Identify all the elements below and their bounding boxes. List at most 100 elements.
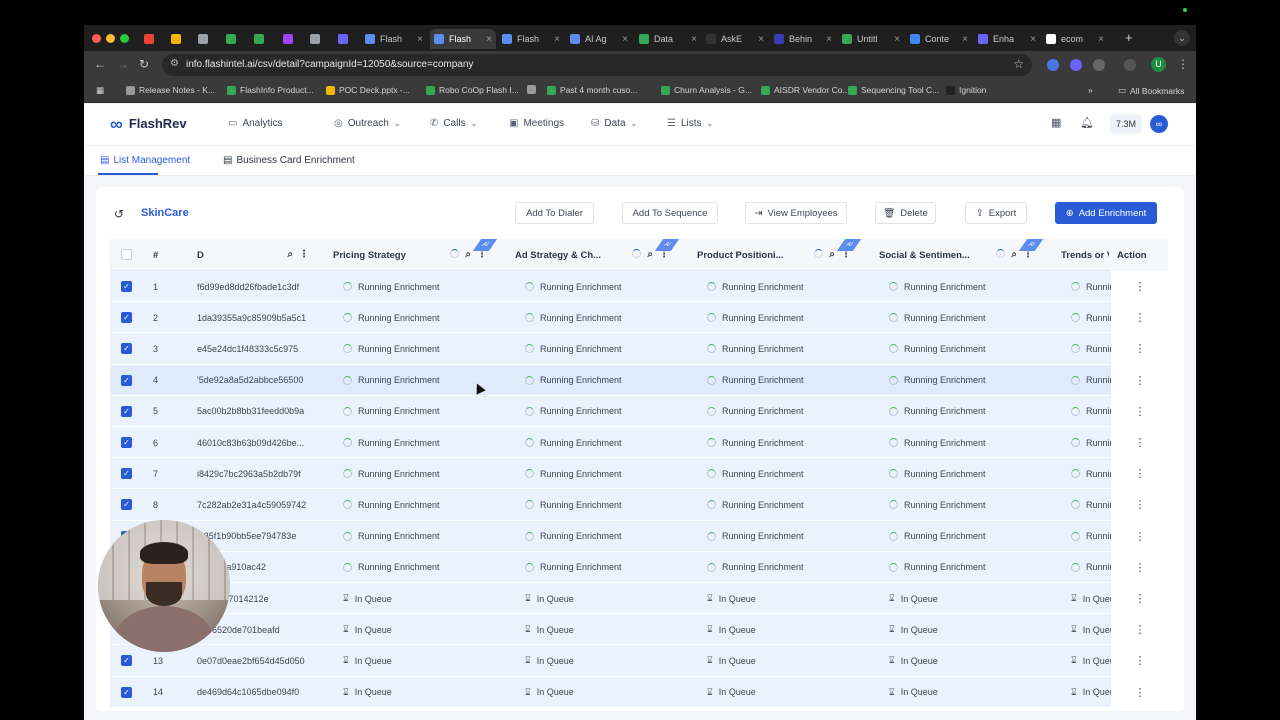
close-tab-icon[interactable]: × <box>554 34 560 45</box>
row-actions-icon[interactable]: ⋮ <box>1111 645 1168 677</box>
table-row[interactable]: ✓2e4118a910ac42Running EnrichmentRunning… <box>111 551 1168 583</box>
forward-icon[interactable]: → <box>117 57 129 71</box>
row-actions-icon[interactable]: ⋮ <box>1111 489 1168 521</box>
row-actions-icon[interactable]: ⋮ <box>1111 427 1168 458</box>
row-checkbox[interactable]: ✓ <box>121 499 132 511</box>
row-checkbox[interactable]: ✓ <box>121 405 132 417</box>
browser-tab[interactable]: Data × <box>635 29 701 49</box>
search-icon[interactable]: ⌕ <box>829 249 835 260</box>
table-row[interactable]: ✓ 2 1da39355a9c85909b5a5c1 Running Enrichme… <box>111 302 1168 334</box>
nav-lists[interactable]: ☰ Lists ⌄ <box>667 118 713 129</box>
nav-analytics[interactable]: ▭ Analytics <box>228 118 282 129</box>
row-actions-icon[interactable]: ⋮ <box>1111 458 1168 490</box>
bookmark-item[interactable] <box>527 85 540 94</box>
browser-tab[interactable] <box>222 29 248 49</box>
row-actions-icon[interactable]: ⋮ <box>1111 583 1168 614</box>
search-icon[interactable]: ⌕ <box>465 249 471 260</box>
close-tab-icon[interactable]: × <box>622 34 628 45</box>
bookmark-item[interactable]: Release Notes - K... <box>126 85 215 95</box>
row-actions-icon[interactable]: ⋮ <box>1111 520 1168 552</box>
table-row[interactable]: ✓0e96520de701beafd⌛︎In Queue⌛︎In Queue⌛︎… <box>111 614 1168 646</box>
nav-data[interactable]: ⛁ Data ⌄ <box>591 118 637 129</box>
bookmark-item[interactable]: Robo CoOp Flash I... <box>426 85 519 95</box>
table-row[interactable]: ✓ 14 de469d64c1065dbe094f0 ⌛︎ In Queue ⌛︎ In Q… <box>111 676 1168 708</box>
browser-tab[interactable] <box>279 29 305 49</box>
table-row[interactable]: ✓ 8 7c282ab2e31a4c59059742 Running Enrichme… <box>111 489 1168 521</box>
table-row[interactable]: ✓ 7 i8429c7bc2963a5b2db79f Running Enrichme… <box>111 458 1168 490</box>
close-tab-icon[interactable]: × <box>691 34 697 45</box>
nav-meetings[interactable]: ▣ Meetings <box>509 118 564 129</box>
close-tab-icon[interactable]: × <box>758 34 764 45</box>
browser-tab[interactable]: AI Ag × <box>566 29 632 49</box>
flashrev-logo[interactable]: ∞ FlashRev <box>110 115 187 133</box>
export-button[interactable]: ⇪ Export <box>965 202 1027 224</box>
row-actions-icon[interactable]: ⋮ <box>1111 676 1168 708</box>
browser-tab[interactable]: Conte × <box>906 29 972 49</box>
row-actions-icon[interactable]: ⋮ <box>1111 333 1168 365</box>
browser-tab[interactable] <box>194 29 220 49</box>
browser-menu-icon[interactable]: ⋮ <box>1177 57 1189 71</box>
back-icon[interactable]: ← <box>94 57 106 71</box>
row-checkbox[interactable]: ✓ <box>121 437 132 448</box>
browser-tab[interactable]: Behin × <box>770 29 836 49</box>
address-bar[interactable]: ⚙ info.flashintel.ai/csv/detail?campaign… <box>162 54 1032 76</box>
bookmark-item[interactable]: Churn Analysis - G... <box>661 85 752 95</box>
browser-tab[interactable]: Flash × <box>430 29 496 49</box>
row-checkbox[interactable]: ✓ <box>121 343 132 355</box>
site-info-icon[interactable]: ⚙ <box>170 58 179 69</box>
row-actions-icon[interactable]: ⋮ <box>1111 271 1168 302</box>
browser-tab[interactable]: ecom × <box>1042 29 1108 49</box>
browser-tab[interactable] <box>334 29 360 49</box>
search-icon[interactable]: ⌕ <box>1011 249 1017 260</box>
browser-tab[interactable] <box>306 29 332 49</box>
minimize-window-icon[interactable] <box>106 34 115 43</box>
browser-tab[interactable]: Enha × <box>974 29 1040 49</box>
browser-tab[interactable]: Flash × <box>361 29 427 49</box>
row-checkbox[interactable]: ✓ <box>121 686 132 698</box>
select-all-checkbox[interactable] <box>121 249 132 260</box>
bookmark-item[interactable]: FlashInfo Product... <box>227 85 314 95</box>
row-actions-icon[interactable]: ⋮ <box>1111 614 1168 646</box>
row-checkbox[interactable]: ✓ <box>121 655 132 667</box>
search-icon[interactable]: ⌕ <box>287 249 293 260</box>
bookmarks-overflow-icon[interactable]: » <box>1088 85 1093 95</box>
bell-icon[interactable]: 🔔︎ <box>1080 116 1094 129</box>
browser-tab[interactable] <box>167 29 193 49</box>
all-bookmarks-folder[interactable]: ▭ All Bookmarks <box>1118 85 1184 96</box>
row-actions-icon[interactable]: ⋮ <box>1111 395 1168 427</box>
view-employees-button[interactable]: ⇥ View Employees <box>745 202 847 224</box>
close-tab-icon[interactable]: × <box>486 34 492 45</box>
maximize-window-icon[interactable] <box>120 34 129 43</box>
row-checkbox[interactable]: ✓ <box>121 281 132 292</box>
add-to-dialer-button[interactable]: Add To Dialer <box>515 202 594 224</box>
close-tab-icon[interactable]: × <box>962 34 968 45</box>
close-tab-icon[interactable]: × <box>826 34 832 45</box>
apps-grid-icon[interactable]: ▦ <box>1051 116 1061 129</box>
reload-icon[interactable]: ↻ <box>139 57 149 71</box>
browser-tab[interactable]: AskE × <box>702 29 768 49</box>
credits-badge[interactable]: 7.3M <box>1110 114 1143 134</box>
search-icon[interactable]: ⌕ <box>647 249 653 260</box>
row-checkbox[interactable]: ✓ <box>121 312 132 324</box>
row-actions-icon[interactable]: ⋮ <box>1111 302 1168 334</box>
close-tab-icon[interactable]: × <box>894 34 900 45</box>
table-row[interactable]: ✓ 1 f6d99ed8dd26fbade1c3df Running Enrichme… <box>111 271 1168 303</box>
close-tab-icon[interactable]: × <box>417 34 423 45</box>
more-icon[interactable]: ⋮ <box>299 249 309 260</box>
table-row[interactable]: ✓ 5 5ac00b2b8bb31feedd0b9a Running Enrichme… <box>111 395 1168 427</box>
add-enrichment-button[interactable]: ⊕ Add Enrichment <box>1055 202 1157 224</box>
row-actions-icon[interactable]: ⋮ <box>1111 364 1168 396</box>
extension-icon[interactable] <box>1070 59 1082 71</box>
close-tab-icon[interactable]: × <box>1030 34 1036 45</box>
nav-calls[interactable]: ✆ Calls ⌄ <box>430 118 477 129</box>
table-row[interactable]: ✓i7e73c07014212e⌛︎In Queue⌛︎In Queue⌛︎In… <box>111 583 1168 615</box>
bookmark-item[interactable]: POC Deck.pptx -... <box>326 85 410 95</box>
nav-outreach[interactable]: ◎ Outreach ⌄ <box>334 118 401 129</box>
row-actions-icon[interactable]: ⋮ <box>1111 551 1168 583</box>
undo-back-icon[interactable]: ↺ <box>114 207 124 221</box>
browser-tab[interactable] <box>250 29 276 49</box>
bookmark-star-icon[interactable]: ☆ <box>1013 57 1024 71</box>
flashrev-extension-icon[interactable] <box>1047 59 1059 71</box>
browser-tab[interactable] <box>140 29 166 49</box>
close-window-icon[interactable] <box>92 34 101 43</box>
